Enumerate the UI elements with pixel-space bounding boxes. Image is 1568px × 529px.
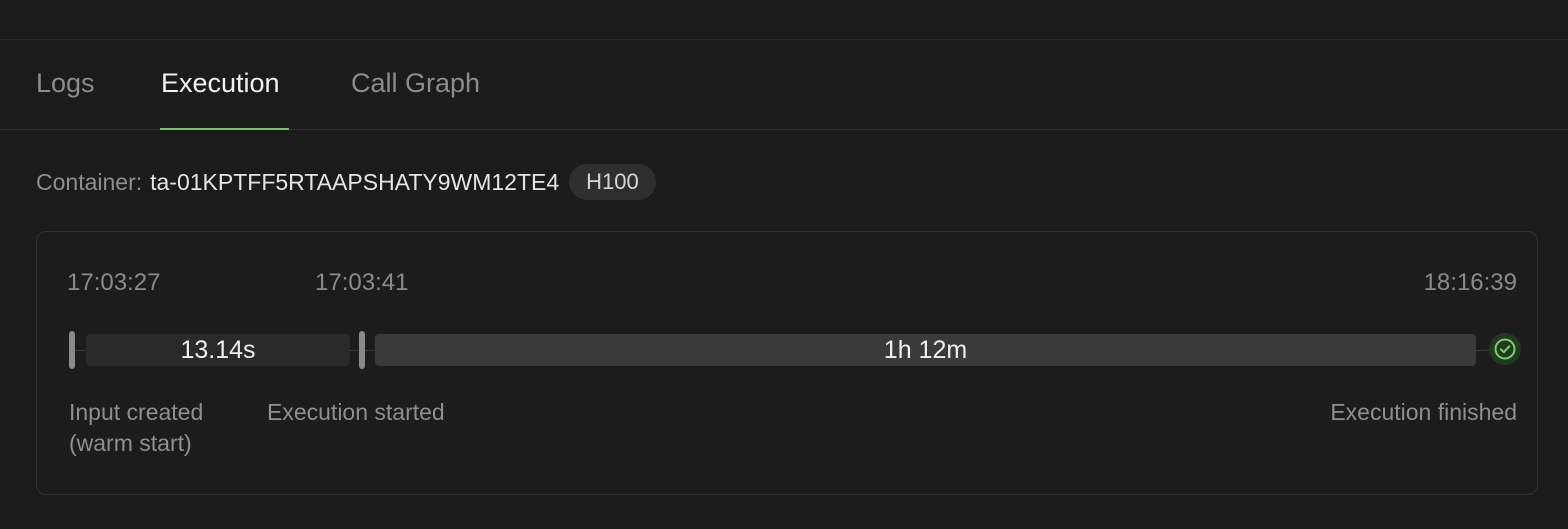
top-bar — [0, 0, 1568, 40]
time-execution-started: 17:03:41 — [315, 269, 409, 296]
execution-timeline-card: 17:03:27 17:03:41 18:16:39 13.14s 1h 12m… — [36, 231, 1538, 495]
gpu-badge: H100 — [569, 164, 656, 200]
event-input-created: Input created (warm start) — [69, 397, 203, 459]
marker-input-created — [69, 331, 75, 369]
tab-logs[interactable]: Logs — [36, 68, 95, 130]
time-execution-finished: 18:16:39 — [1423, 269, 1517, 296]
tab-execution[interactable]: Execution — [161, 68, 280, 130]
execution-duration-label: 1h 12m — [883, 335, 968, 364]
execution-duration-bar: 1h 12m — [375, 334, 1476, 366]
event-execution-started: Execution started — [267, 399, 445, 425]
container-label: Container: — [36, 168, 143, 195]
check-circle-icon — [1489, 333, 1521, 365]
time-input-created: 17:03:27 — [67, 269, 161, 296]
tab-call-graph[interactable]: Call Graph — [351, 68, 480, 130]
startup-duration-bar: 13.14s — [86, 334, 350, 366]
container-id[interactable]: ta-01KPTFF5RTAAPSHATY9WM12TE4 — [150, 169, 559, 196]
marker-execution-started — [359, 331, 365, 369]
event-input-created-label: Input created — [69, 399, 204, 425]
event-warm-start-label: (warm start) — [69, 430, 192, 456]
startup-duration-label: 13.14s — [180, 335, 256, 364]
event-execution-finished: Execution finished — [1330, 399, 1517, 425]
active-tab-indicator — [160, 128, 289, 130]
tab-bar: Logs Execution Call Graph — [0, 40, 1568, 130]
container-info: Container: ta-01KPTFF5RTAAPSHATY9WM12TE4… — [36, 164, 656, 200]
